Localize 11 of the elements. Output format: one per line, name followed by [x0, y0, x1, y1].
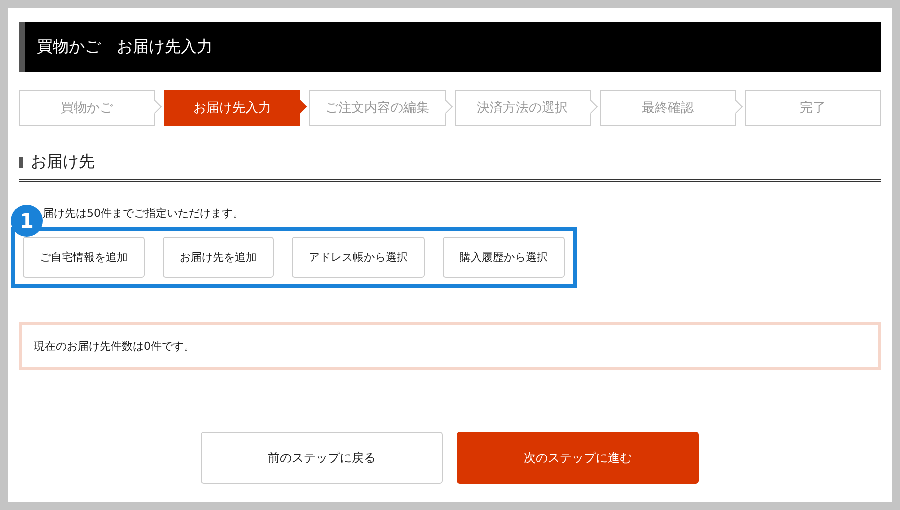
next-button[interactable]: 次のステップに進む: [457, 432, 699, 484]
note-text: 届け先は50件までご指定いただけます。: [43, 207, 244, 220]
count-message: 現在のお届け先件数は0件です。: [34, 338, 195, 354]
number-badge: 1: [11, 205, 43, 237]
back-button[interactable]: 前のステップに戻る: [201, 432, 443, 484]
section-title: お届け先: [31, 152, 95, 173]
action-button[interactable]: ご自宅情報を追加: [23, 237, 145, 278]
page-title: 買物かご お届け先入力: [37, 36, 213, 58]
action-button[interactable]: 購入履歴から選択: [443, 237, 565, 278]
action-button[interactable]: お届け先を追加: [163, 237, 274, 278]
action-button[interactable]: アドレス帳から選択: [292, 237, 425, 278]
